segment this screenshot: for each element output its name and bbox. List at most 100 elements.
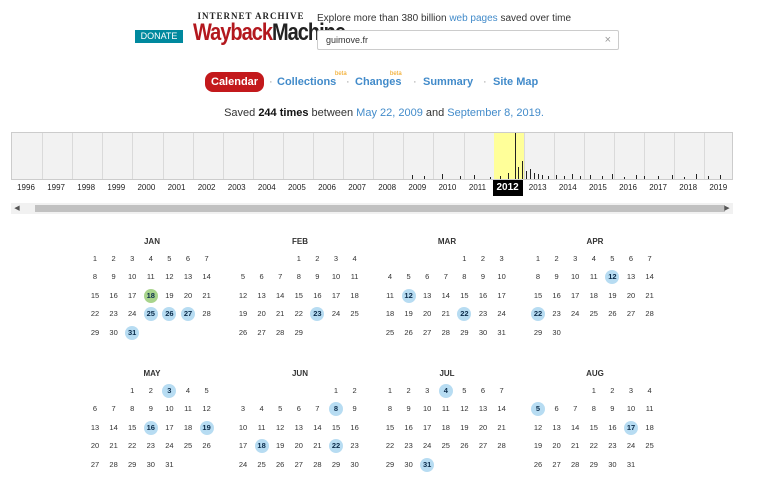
year-label-2002[interactable]: 2002 xyxy=(192,181,222,195)
year-label-2011[interactable]: 2011 xyxy=(463,181,493,195)
calendar-day: 21 xyxy=(313,441,322,451)
capture-day[interactable]: 19 xyxy=(199,420,214,435)
calendar-day: 25 xyxy=(257,459,266,469)
calendar-day: 28 xyxy=(202,309,211,319)
tab-separator: · xyxy=(346,76,350,88)
calendar-day: 11 xyxy=(350,272,359,282)
year-label-1997[interactable]: 1997 xyxy=(41,181,71,195)
calendar-day: 13 xyxy=(257,290,266,300)
calendar-day: 1 xyxy=(462,254,467,263)
year-label-2019[interactable]: 2019 xyxy=(703,181,733,195)
month-name: APR xyxy=(586,237,604,246)
web-pages-link[interactable]: web pages xyxy=(449,13,497,24)
tab-separator: · xyxy=(413,76,417,88)
horizontal-scrollbar[interactable]: ◀ ▶ xyxy=(11,203,733,214)
capture-day[interactable]: 16 xyxy=(143,420,158,435)
year-label-2006[interactable]: 2006 xyxy=(312,181,342,195)
tab-site-map[interactable]: Site Map xyxy=(493,76,538,88)
capture-day[interactable]: 22 xyxy=(531,307,545,322)
calendar-day: 26 xyxy=(460,441,469,451)
capture-mark xyxy=(522,161,523,179)
capture-mark xyxy=(526,171,527,179)
capture-day[interactable]: 18 xyxy=(254,439,269,454)
year-label-2016[interactable]: 2016 xyxy=(613,181,643,195)
year-label-2017[interactable]: 2017 xyxy=(643,181,673,195)
url-search-input[interactable]: guimove.fr × xyxy=(317,30,619,50)
calendar-day: 3 xyxy=(333,254,339,263)
capture-day[interactable]: 3 xyxy=(162,384,177,398)
calendar-day: 10 xyxy=(331,272,341,282)
scrollbar-thumb[interactable] xyxy=(35,205,725,212)
calendar-day: 10 xyxy=(571,272,580,282)
capture-day[interactable]: 5 xyxy=(531,402,545,417)
calendar-day: 27 xyxy=(552,459,561,469)
calendar-day: 25 xyxy=(645,441,654,451)
last-capture-link[interactable]: September 8, 2019. xyxy=(447,107,544,119)
calendar-day: 31 xyxy=(497,327,506,337)
capture-day[interactable]: 18 xyxy=(143,288,158,303)
calendar-day: 14 xyxy=(276,290,285,300)
calendar-day: 2 xyxy=(352,386,357,395)
year-label-2012[interactable]: 2012 xyxy=(492,180,523,196)
capture-mark xyxy=(696,174,697,179)
scroll-left-icon[interactable]: ◀ xyxy=(11,203,23,214)
year-label-2000[interactable]: 2000 xyxy=(131,181,161,195)
tab-changes[interactable]: Changes beta xyxy=(355,71,402,88)
year-label-2015[interactable]: 2015 xyxy=(583,181,613,195)
calendar-day: 2 xyxy=(111,254,116,263)
first-capture-link[interactable]: May 22, 2009 xyxy=(356,107,423,119)
year-label-1996[interactable]: 1996 xyxy=(11,181,41,195)
capture-day[interactable]: 23 xyxy=(310,307,325,322)
capture-day[interactable]: 12 xyxy=(605,270,620,285)
capture-day[interactable]: 26 xyxy=(162,307,177,322)
tab-collections[interactable]: Collections beta xyxy=(277,71,347,88)
scroll-right-icon[interactable]: ▶ xyxy=(721,203,733,214)
capture-day[interactable]: 8 xyxy=(329,402,343,417)
year-label-2018[interactable]: 2018 xyxy=(673,181,703,195)
year-label-2010[interactable]: 2010 xyxy=(432,181,462,195)
capture-day[interactable]: 17 xyxy=(624,420,638,435)
calendar-day: 17 xyxy=(423,422,432,432)
tab-separator: · xyxy=(269,76,273,88)
calendar-day: 29 xyxy=(460,327,469,337)
year-label-2008[interactable]: 2008 xyxy=(372,181,402,195)
capture-day[interactable]: 25 xyxy=(143,307,158,322)
calendar-day: 1 xyxy=(130,386,135,395)
year-label-2009[interactable]: 2009 xyxy=(402,181,432,195)
year-label-2001[interactable]: 2001 xyxy=(162,181,192,195)
tab-summary[interactable]: Summary xyxy=(423,76,473,88)
calendar-day: 18 xyxy=(183,422,193,432)
year-label-2004[interactable]: 2004 xyxy=(252,181,282,195)
capture-day[interactable]: 22 xyxy=(457,307,472,322)
year-label-2005[interactable]: 2005 xyxy=(282,181,312,195)
capture-day[interactable]: 4 xyxy=(438,384,453,398)
calendar-day: 16 xyxy=(608,422,617,432)
wayback-logo[interactable]: INTERNET ARCHIVE WaybackMachine xyxy=(193,11,346,55)
calendar-day: 27 xyxy=(626,309,636,319)
capture-day[interactable]: 22 xyxy=(329,439,343,454)
calendar-day: 27 xyxy=(478,441,488,451)
calendar-day: 11 xyxy=(146,272,155,282)
calendar-day: 11 xyxy=(257,422,266,432)
capture-day[interactable]: 27 xyxy=(181,307,195,322)
capture-day[interactable]: 31 xyxy=(420,457,435,472)
calendar-day: 14 xyxy=(109,422,118,432)
capture-mark xyxy=(538,174,539,179)
calendar-day: 9 xyxy=(406,404,411,414)
capture-sparkline[interactable] xyxy=(11,132,733,180)
clear-icon[interactable]: × xyxy=(605,34,611,46)
donate-button[interactable]: DONATE xyxy=(135,30,183,43)
calendar-day: 22 xyxy=(294,309,303,319)
year-label-2014[interactable]: 2014 xyxy=(553,181,583,195)
year-label-2007[interactable]: 2007 xyxy=(342,181,372,195)
year-label-2013[interactable]: 2013 xyxy=(523,181,553,195)
year-label-1998[interactable]: 1998 xyxy=(71,181,101,195)
year-label-2003[interactable]: 2003 xyxy=(222,181,252,195)
tab-calendar[interactable]: Calendar xyxy=(205,72,265,92)
year-label-1999[interactable]: 1999 xyxy=(101,181,131,195)
calendar-day: 21 xyxy=(202,290,211,300)
calendar-day: 26 xyxy=(202,441,211,451)
capture-day[interactable]: 31 xyxy=(125,325,140,340)
calendar-day: 28 xyxy=(109,459,118,469)
capture-day[interactable]: 12 xyxy=(401,288,416,303)
